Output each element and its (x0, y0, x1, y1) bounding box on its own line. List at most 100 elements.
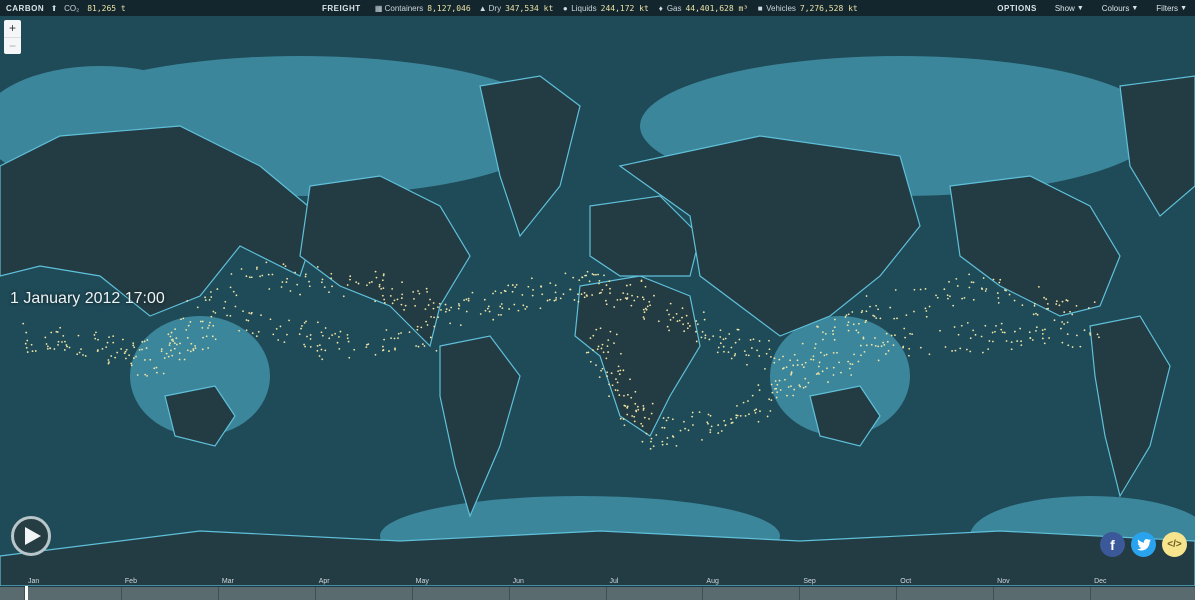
timeline-track[interactable] (0, 587, 1195, 600)
ship-dot (494, 290, 497, 293)
ship-dot (144, 359, 146, 361)
ship-dot (513, 303, 516, 306)
ship-dot (771, 391, 774, 394)
stat-dry: ▲ Dry 347,534 kt (479, 4, 554, 13)
ship-dot (130, 364, 133, 367)
ship-dot (804, 377, 807, 380)
ship-dot (822, 338, 824, 341)
facebook-share-button[interactable]: f (1100, 532, 1125, 557)
world-map[interactable] (0, 16, 1195, 586)
ship-dot (946, 294, 949, 297)
ship-dot (665, 419, 668, 422)
ship-dot (303, 343, 305, 346)
timeline-month-label: Mar (221, 578, 234, 585)
ship-dot (146, 339, 149, 341)
ship-dot (385, 329, 388, 331)
ship-dot (368, 281, 371, 284)
timeline-month-label: Sep (803, 578, 816, 585)
ship-dot (595, 273, 597, 276)
ship-dot (814, 347, 816, 350)
ship-dot (965, 348, 968, 351)
ship-dot (1093, 301, 1096, 304)
play-button[interactable] (11, 516, 51, 556)
ship-dot (770, 399, 773, 402)
ship-dot (321, 358, 324, 361)
zoom-in-button[interactable]: + (4, 20, 21, 37)
ship-dot (609, 287, 611, 290)
ship-dot (735, 416, 738, 419)
options-section: OPTIONS Show ▼ Colours ▼ Filters ▼ (997, 0, 1187, 16)
ship-dot (1048, 337, 1050, 339)
ship-dot (666, 325, 669, 328)
ship-dot (613, 306, 616, 308)
show-dropdown[interactable]: Show ▼ (1055, 4, 1084, 13)
ship-dot (1098, 336, 1100, 339)
embed-button[interactable]: </> (1162, 532, 1187, 557)
ship-dot (400, 303, 403, 306)
ship-dot (141, 348, 143, 351)
ship-dot (618, 394, 621, 396)
ship-dot (651, 402, 654, 405)
ship-dot (388, 350, 390, 352)
ship-dot (135, 355, 137, 358)
timeline-tick (411, 587, 413, 600)
ship-dot (739, 414, 742, 417)
ship-dot (974, 333, 977, 336)
ship-dot (609, 292, 611, 294)
ship-dot (807, 381, 810, 384)
ship-dot (346, 284, 349, 286)
ship-dot (755, 408, 758, 411)
ship-dot (827, 381, 829, 383)
ship-dot (445, 308, 448, 310)
twitter-share-button[interactable] (1131, 532, 1156, 557)
ship-dot (935, 294, 937, 297)
ship-dot (957, 333, 960, 336)
ship-dot (306, 335, 308, 338)
ship-dot (30, 343, 33, 346)
ship-dot (796, 364, 799, 366)
ship-dot (717, 432, 720, 434)
ship-dot (1031, 339, 1034, 341)
ship-dot (500, 291, 503, 294)
ship-dot (879, 317, 882, 320)
ship-dot (840, 371, 842, 374)
ship-dot (733, 354, 736, 357)
ship-dot (722, 345, 725, 348)
ship-dot (334, 332, 337, 335)
ship-dot (709, 431, 712, 434)
ship-dot (904, 336, 907, 339)
ship-dot (987, 348, 990, 351)
ship-dot (400, 332, 402, 334)
ship-dot (831, 329, 834, 332)
timeline[interactable]: Jan Feb Mar Apr May Jun Jul Aug Sep Oct Nov Dec (0, 578, 1195, 600)
ship-dot (432, 302, 435, 304)
ship-dot (1010, 341, 1013, 344)
colours-dropdown[interactable]: Colours ▼ (1102, 4, 1139, 13)
ship-dot (426, 290, 429, 293)
ship-dot (885, 332, 888, 335)
ship-dot (849, 362, 852, 365)
filters-dropdown[interactable]: Filters ▼ (1156, 4, 1187, 13)
ship-dot (719, 329, 722, 332)
ship-dot (374, 353, 377, 356)
drop-icon: ● (562, 3, 568, 13)
ship-dot (667, 416, 670, 419)
ship-dot (661, 426, 664, 429)
ship-dot (245, 319, 248, 321)
ship-dot (719, 336, 722, 338)
ship-dot (629, 283, 632, 286)
ship-dot (128, 354, 131, 357)
ship-dot (1061, 341, 1064, 344)
ship-dot (167, 333, 170, 336)
ship-dot (745, 354, 748, 356)
ship-dot (773, 357, 776, 360)
ship-dot (1008, 293, 1011, 296)
ship-dot (271, 273, 274, 276)
ship-dot (724, 337, 727, 340)
grid-icon: ▦ (374, 3, 383, 13)
zoom-out-button[interactable]: − (4, 36, 21, 55)
timeline-cursor[interactable] (25, 586, 29, 600)
ship-dot (886, 340, 889, 343)
ship-dot (669, 319, 672, 321)
ship-dot (750, 347, 753, 349)
